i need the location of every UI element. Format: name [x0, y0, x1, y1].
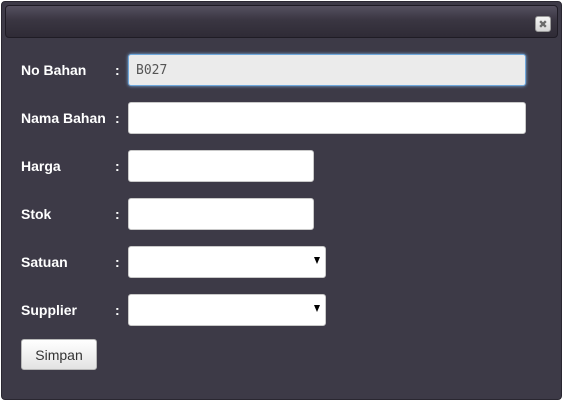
harga-separator: :: [115, 158, 120, 174]
no-bahan-separator: :: [115, 62, 120, 78]
field-row-supplier: Supplier :: [21, 294, 326, 326]
field-row-nama-bahan: Nama Bahan :: [21, 102, 526, 134]
chevron-down-icon: [314, 257, 320, 264]
chevron-down-icon: [314, 305, 320, 312]
close-icon[interactable]: ✖: [535, 16, 551, 32]
stok-label: Stok: [21, 206, 52, 222]
field-row-satuan: Satuan :: [21, 246, 326, 278]
stok-field[interactable]: [128, 198, 314, 230]
satuan-label: Satuan: [21, 254, 68, 270]
supplier-label: Supplier: [21, 302, 78, 318]
nama-bahan-separator: :: [115, 110, 120, 126]
nama-bahan-label: Nama Bahan: [21, 110, 106, 126]
supplier-separator: :: [115, 302, 120, 318]
stok-separator: :: [115, 206, 120, 222]
dialog-titlebar[interactable]: ✖: [5, 5, 558, 38]
supplier-select[interactable]: [128, 294, 326, 326]
no-bahan-field[interactable]: B027: [128, 54, 526, 86]
field-row-no-bahan: No Bahan : B027: [21, 54, 526, 86]
field-row-stok: Stok :: [21, 198, 314, 230]
simpan-button[interactable]: Simpan: [21, 339, 97, 370]
harga-field[interactable]: [128, 150, 314, 182]
harga-label: Harga: [21, 158, 61, 174]
no-bahan-label: No Bahan: [21, 62, 87, 78]
field-row-harga: Harga :: [21, 150, 314, 182]
satuan-separator: :: [115, 254, 120, 270]
nama-bahan-field[interactable]: [128, 102, 526, 134]
satuan-select[interactable]: [128, 246, 326, 278]
